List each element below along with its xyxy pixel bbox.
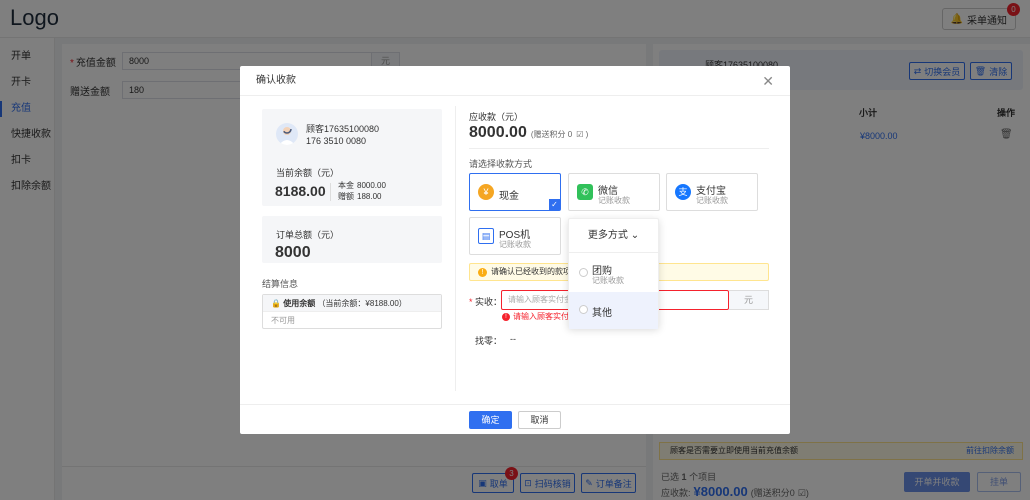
use-balance-label: 使用余额: [283, 299, 316, 308]
payment-pos[interactable]: ▤ POS机 记账收款: [469, 217, 561, 255]
more-methods-toggle[interactable]: 更多方式 ⌄: [569, 219, 658, 253]
confirm-payment-modal: 确认收款 ✕ 顾客17635100080 176 3510 0080 当前余额（…: [240, 66, 790, 434]
column-divider: [455, 106, 456, 391]
principal-label: 本金: [338, 181, 354, 190]
radio-icon: [579, 305, 588, 314]
wechat-icon: ✆: [577, 184, 593, 200]
cash-icon: ¥: [478, 184, 494, 200]
error-icon: !: [502, 312, 510, 321]
order-total-value: 8000: [275, 244, 311, 261]
chevron-down-icon: ⌄: [630, 230, 640, 241]
payment-cash[interactable]: ¥ 现金 ✓: [469, 173, 561, 211]
gift-line: 赠额 188.00: [338, 191, 381, 202]
divider: [469, 148, 769, 149]
member-balance-card: 顾客17635100080 176 3510 0080 当前余额（元） 8188…: [262, 109, 442, 206]
confirm-button[interactable]: 确定: [469, 411, 512, 429]
more-option-other[interactable]: 其他: [569, 292, 658, 329]
change-row: 找零： --: [475, 334, 516, 347]
use-balance-detail: （当前余额：¥8188.00）: [317, 299, 407, 308]
actual-unit: 元: [729, 290, 769, 310]
payment-alipay-sub: 记账收款: [696, 196, 728, 205]
payment-cash-label: 现金: [499, 191, 519, 202]
lock-icon: 🔒: [271, 299, 281, 308]
balance-label: 当前余额（元）: [276, 168, 340, 178]
modal-title: 确认收款: [256, 75, 296, 86]
use-balance-status: 不可用: [271, 316, 295, 325]
actual-label: * 实收：: [469, 297, 503, 307]
modal-footer: 确定 取消: [240, 404, 790, 434]
check-icon: ✓: [549, 199, 560, 210]
cancel-button[interactable]: 取消: [518, 411, 561, 429]
order-total-label: 订单总额（元）: [276, 230, 340, 240]
alipay-icon: 支: [675, 184, 691, 200]
payment-pos-sub: 记账收款: [499, 240, 531, 249]
due-value: 8000.00: [469, 124, 527, 141]
radio-icon: [579, 268, 588, 277]
more-methods-label: 更多方式: [587, 230, 628, 241]
due-label: 应收款（元）: [469, 112, 524, 122]
actual-label-text: 实收：: [475, 297, 503, 307]
more-option-groupbuy-sub: 记账收款: [592, 276, 624, 285]
payment-wechat[interactable]: ✆ 微信 记账收款: [568, 173, 660, 211]
pos-icon: ▤: [478, 228, 494, 244]
change-value: --: [510, 334, 517, 344]
edit-points-icon[interactable]: ☑ ): [576, 130, 588, 139]
warning-icon: !: [478, 267, 487, 277]
confirm-warning-text: 请确认已经收到的款项信: [491, 267, 579, 276]
principal-line: 本金 8000.00: [338, 180, 386, 191]
payment-wechat-sub: 记账收款: [598, 196, 630, 205]
use-balance-box: 🔒 使用余额 （当前余额：¥8188.00） 不可用: [262, 294, 442, 329]
close-icon[interactable]: ✕: [762, 66, 774, 96]
more-methods-dropdown: 更多方式 ⌄ 团购 记账收款 其他: [568, 218, 659, 329]
balance-value: 8188.00: [275, 183, 326, 199]
balance-divider: [330, 183, 331, 201]
more-option-other-label: 其他: [592, 308, 612, 319]
gift-amount-label: 赠额: [338, 192, 354, 201]
payment-alipay[interactable]: 支 支付宝 记账收款: [666, 173, 758, 211]
change-label: 找零：: [475, 336, 503, 346]
member-name: 顾客17635100080: [306, 124, 380, 134]
avatar: [276, 123, 298, 145]
payment-method-title: 请选择收款方式: [469, 159, 533, 169]
gift-amount-value: 188.00: [357, 192, 382, 201]
settle-title: 结算信息: [262, 279, 299, 289]
principal-value: 8000.00: [357, 181, 386, 190]
actual-error: ! 请输入顾客实付金: [502, 311, 577, 322]
due-amount-row: 8000.00 (赠送积分 0 ☑ ): [469, 124, 588, 142]
due-points: (赠送积分 0: [530, 130, 573, 139]
modal-header: 确认收款 ✕: [240, 66, 790, 96]
use-balance-header: 🔒 使用余额 （当前余额：¥8188.00）: [263, 295, 441, 312]
member-phone: 176 3510 0080: [306, 136, 367, 146]
order-total-card: 订单总额（元） 8000: [262, 216, 442, 263]
more-option-groupbuy[interactable]: 团购 记账收款: [569, 255, 658, 292]
